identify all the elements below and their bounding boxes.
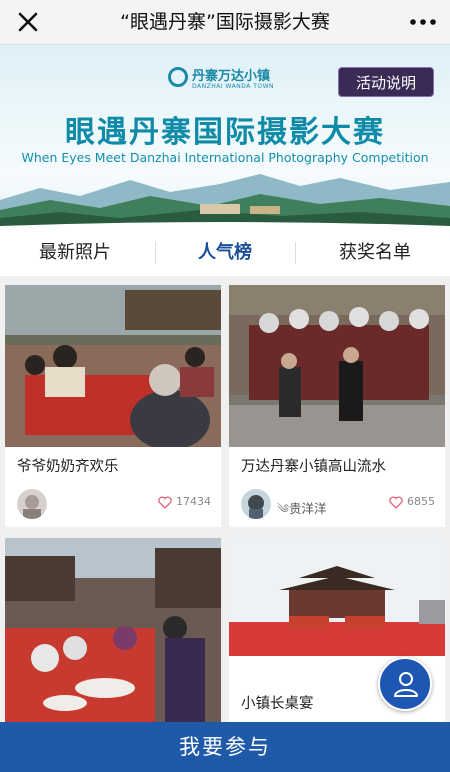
brand-logo: 丹寨万达小镇 DANZHAI WANDA TOWN [168, 65, 288, 93]
avatar [17, 489, 47, 519]
banner-headline: 眼遇丹寨国际摄影大赛 [65, 115, 385, 150]
photo-caption: 爷爷奶奶齐欢乐 [17, 459, 119, 475]
page-title: “眼遇丹寨”国际摄影大赛 [120, 11, 330, 33]
photo-thumbnail[interactable] [229, 538, 445, 656]
photo-thumbnail[interactable] [5, 285, 221, 447]
brand-subtitle: DANZHAI WANDA TOWN [192, 83, 275, 90]
photo-caption: 小镇长桌宴 [241, 696, 314, 712]
rules-button[interactable]: 活动说明 [338, 67, 434, 97]
title-bar: “眼遇丹寨”国际摄影大赛 [0, 0, 450, 45]
avatar [241, 489, 271, 519]
user-icon [394, 672, 418, 697]
tab-popularity[interactable]: 人气榜 [150, 230, 300, 276]
tab-divider [295, 242, 296, 264]
heart-icon[interactable] [158, 495, 172, 509]
banner-landscape [0, 174, 450, 230]
like-count[interactable]: 17434 [158, 495, 211, 509]
brand-name: 丹寨万达小镇 [192, 69, 271, 84]
tab-latest-photos[interactable]: 最新照片 [0, 230, 150, 276]
brand-logo-icon [168, 67, 188, 87]
photo-thumbnail[interactable] [229, 285, 445, 447]
photo-caption: 万达丹寨小镇高山流水 [241, 459, 386, 475]
photo-card[interactable] [5, 538, 221, 722]
heart-icon[interactable] [389, 495, 403, 509]
join-button[interactable]: 我要参与 [0, 722, 450, 772]
photo-meta: 17434 [5, 485, 221, 519]
like-count-value: 6855 [407, 495, 435, 508]
tab-bar: 最新照片 人气榜 获奖名单 [0, 230, 450, 276]
like-count[interactable]: 6855 [389, 495, 435, 509]
like-count-value: 17434 [176, 495, 211, 508]
photo-thumbnail[interactable] [5, 538, 221, 722]
photo-grid: 爷爷奶奶齐欢乐 17434 万达丹寨小镇高山流水 ༄贵洋洋 6855 小镇长桌宴 [0, 276, 450, 722]
author-prefix-icon: ༄ [277, 501, 289, 516]
author-name: ༄贵洋洋 [277, 495, 326, 530]
profile-button[interactable] [378, 657, 432, 711]
banner: 丹寨万达小镇 DANZHAI WANDA TOWN 活动说明 眼遇丹寨国际摄影大… [0, 45, 450, 230]
tab-winners[interactable]: 获奖名单 [300, 230, 450, 276]
photo-meta: ༄贵洋洋 6855 [229, 485, 445, 519]
author-name-text: 贵洋洋 [288, 501, 327, 516]
more-horizontal-icon[interactable] [408, 12, 438, 32]
close-icon[interactable] [14, 8, 42, 36]
photo-card[interactable]: 万达丹寨小镇高山流水 ༄贵洋洋 6855 [229, 285, 445, 527]
photo-card[interactable]: 爷爷奶奶齐欢乐 17434 [5, 285, 221, 527]
